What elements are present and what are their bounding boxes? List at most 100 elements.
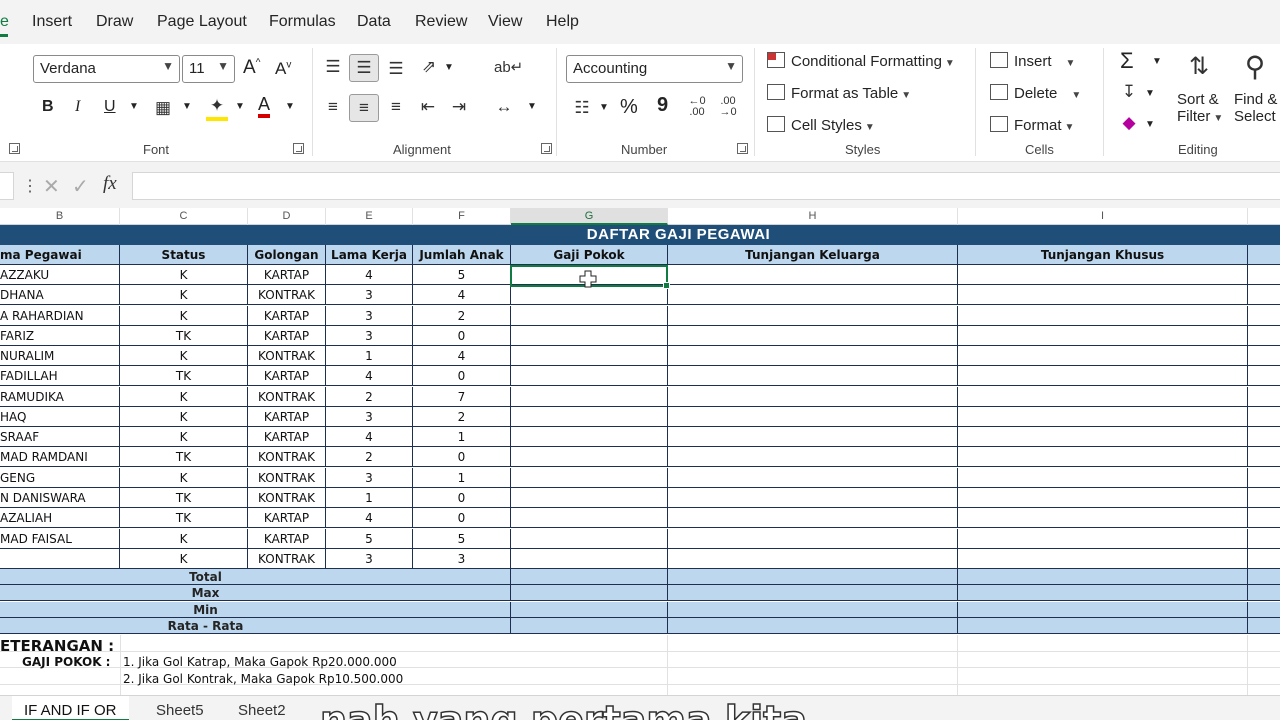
shrink-font-button[interactable]: Av (275, 59, 291, 79)
cell-nama[interactable]: MAD RAMDANI (0, 447, 120, 468)
cell-nama[interactable]: FADILLAH (0, 366, 120, 387)
cell-nama[interactable]: DHANA (0, 285, 120, 306)
header-gaji-pokok[interactable]: Gaji Pokok (511, 245, 668, 265)
clear-icon[interactable]: ◆ (1118, 112, 1140, 134)
cell-tunjangan-khusus[interactable] (958, 487, 1248, 508)
cell-gaji-pokok[interactable] (511, 366, 668, 387)
cell-gaji-pokok[interactable] (511, 325, 668, 346)
chevron-down-icon[interactable]: ▼ (1145, 88, 1155, 99)
tab-review[interactable]: Review (415, 13, 467, 31)
cell-tunjangan-keluarga[interactable] (668, 305, 958, 326)
cell-tunjangan-keluarga[interactable] (668, 285, 958, 306)
header-golongan[interactable]: Golongan (248, 245, 326, 265)
cell-tunjangan-keluarga[interactable] (668, 528, 958, 549)
borders-icon[interactable]: ▦ (152, 97, 174, 119)
format-cells-button[interactable]: Format ▼ (990, 116, 1074, 134)
chevron-down-icon[interactable]: ▼ (444, 62, 454, 73)
cell-tunjangan-keluarga[interactable] (668, 427, 958, 448)
cell-jumlah-anak[interactable]: 3 (413, 548, 511, 569)
tab-data[interactable]: Data (357, 13, 391, 31)
sheet-tab-if-and-if-or[interactable]: IF AND IF OR (12, 696, 129, 720)
align-left-icon[interactable]: ≡ (322, 96, 344, 118)
cell-golongan[interactable]: KONTRAK (248, 467, 326, 488)
sheet-tab-sheet5[interactable]: Sheet5 (156, 702, 204, 719)
summary-label[interactable]: Total (0, 569, 411, 585)
cell-jumlah-anak[interactable]: 0 (413, 447, 511, 468)
enter-icon[interactable]: ✓ (72, 174, 89, 199)
cell-tunjangan-keluarga[interactable] (668, 467, 958, 488)
sheet-tab-sheet2[interactable]: Sheet2 (238, 702, 286, 719)
column-header-g[interactable]: G (511, 208, 668, 225)
chevron-down-icon[interactable]: ▼ (285, 101, 295, 112)
clipboard-launcher-icon[interactable] (9, 143, 20, 154)
cell-blank[interactable] (1248, 508, 1280, 529)
sort-filter-button[interactable]: Sort & Filter ▼ (1177, 91, 1223, 125)
header-nama-pegawai[interactable]: ma Pegawai (0, 245, 120, 265)
orientation-icon[interactable]: ⇗ (417, 56, 441, 78)
cell-tunjangan-keluarga[interactable] (668, 325, 958, 346)
cell-golongan[interactable]: KONTRAK (248, 447, 326, 468)
cell-tunjangan-khusus[interactable] (958, 467, 1248, 488)
comma-button[interactable]: 9 (657, 94, 668, 117)
fill-icon[interactable]: ↧ (1118, 81, 1140, 103)
chevron-down-icon[interactable]: ▼ (182, 101, 192, 112)
cell-lama-kerja[interactable]: 3 (326, 325, 413, 346)
chevron-down-icon[interactable]: ▼ (235, 101, 245, 112)
merge-center-icon[interactable]: ↔ (492, 96, 516, 118)
tab-formulas[interactable]: Formulas (269, 13, 336, 31)
find-select-button[interactable]: Find &Select▼ (1234, 91, 1280, 125)
cell-nama[interactable]: AZZAKU (0, 265, 120, 285)
alignment-launcher-icon[interactable] (541, 143, 552, 154)
align-right-icon[interactable]: ≡ (385, 96, 407, 118)
cell-lama-kerja[interactable]: 3 (326, 406, 413, 427)
increase-decimal-icon[interactable]: ←0.00 (685, 96, 709, 118)
cell-gaji-pokok[interactable] (511, 427, 668, 448)
cell-lama-kerja[interactable]: 2 (326, 386, 413, 407)
cell-tunjangan-keluarga[interactable] (668, 487, 958, 508)
cell-tunjangan-khusus[interactable] (958, 548, 1248, 569)
fill-color-icon[interactable]: ✦ (206, 95, 228, 121)
font-color-button[interactable]: A (258, 94, 271, 118)
cell-tunjangan-khusus[interactable] (958, 427, 1248, 448)
cell-nama[interactable]: AZALIAH (0, 508, 120, 529)
chevron-down-icon[interactable]: ▼ (1152, 56, 1162, 67)
cell-gaji-pokok[interactable] (511, 508, 668, 529)
cell-tunjangan-keluarga[interactable] (668, 406, 958, 427)
cell-jumlah-anak[interactable]: 4 (413, 346, 511, 367)
cell-lama-kerja[interactable]: 4 (326, 366, 413, 387)
cell-blank[interactable] (1248, 326, 1280, 346)
wrap-text-icon[interactable]: ab↵ (494, 57, 523, 79)
cell-gaji-pokok[interactable] (511, 548, 668, 569)
cell-golongan[interactable]: KONTRAK (248, 346, 326, 367)
cell-gaji-pokok[interactable] (511, 386, 668, 407)
header-status[interactable]: Status (120, 245, 248, 265)
cell-blank[interactable] (1248, 366, 1280, 387)
cell-jumlah-anak[interactable]: 7 (413, 386, 511, 407)
currency-icon[interactable]: ☷ (569, 97, 595, 119)
font-family-select[interactable]: Verdana ▼ (33, 55, 180, 83)
column-header-b[interactable]: B (0, 208, 120, 225)
tab-home[interactable]: e (0, 13, 9, 31)
cell-jumlah-anak[interactable]: 0 (413, 487, 511, 508)
align-top-icon[interactable]: ☰ (322, 56, 344, 78)
cell-nama[interactable]: SRAAF (0, 427, 120, 448)
cell-status[interactable]: K (120, 406, 248, 427)
cell-blank[interactable] (1248, 265, 1280, 285)
cell-status[interactable]: K (120, 386, 248, 407)
cell-tunjangan-khusus[interactable] (958, 508, 1248, 529)
cell-tunjangan-keluarga[interactable] (668, 508, 958, 529)
cell-tunjangan-khusus[interactable] (958, 265, 1248, 285)
cell-status[interactable]: K (120, 346, 248, 367)
column-header-f[interactable]: F (413, 208, 511, 225)
cell-tunjangan-keluarga[interactable] (668, 346, 958, 367)
cell-tunjangan-khusus[interactable] (958, 406, 1248, 427)
font-launcher-icon[interactable] (293, 143, 304, 154)
cell-tunjangan-khusus[interactable] (958, 528, 1248, 549)
chevron-down-icon[interactable]: ▼ (129, 101, 139, 112)
column-header-e[interactable]: E (326, 208, 413, 225)
cell-status[interactable]: TK (120, 325, 248, 346)
cell-blank[interactable] (1248, 488, 1280, 508)
cell-jumlah-anak[interactable]: 0 (413, 325, 511, 346)
cell-jumlah-anak[interactable]: 5 (413, 528, 511, 549)
cell-status[interactable]: K (120, 305, 248, 326)
